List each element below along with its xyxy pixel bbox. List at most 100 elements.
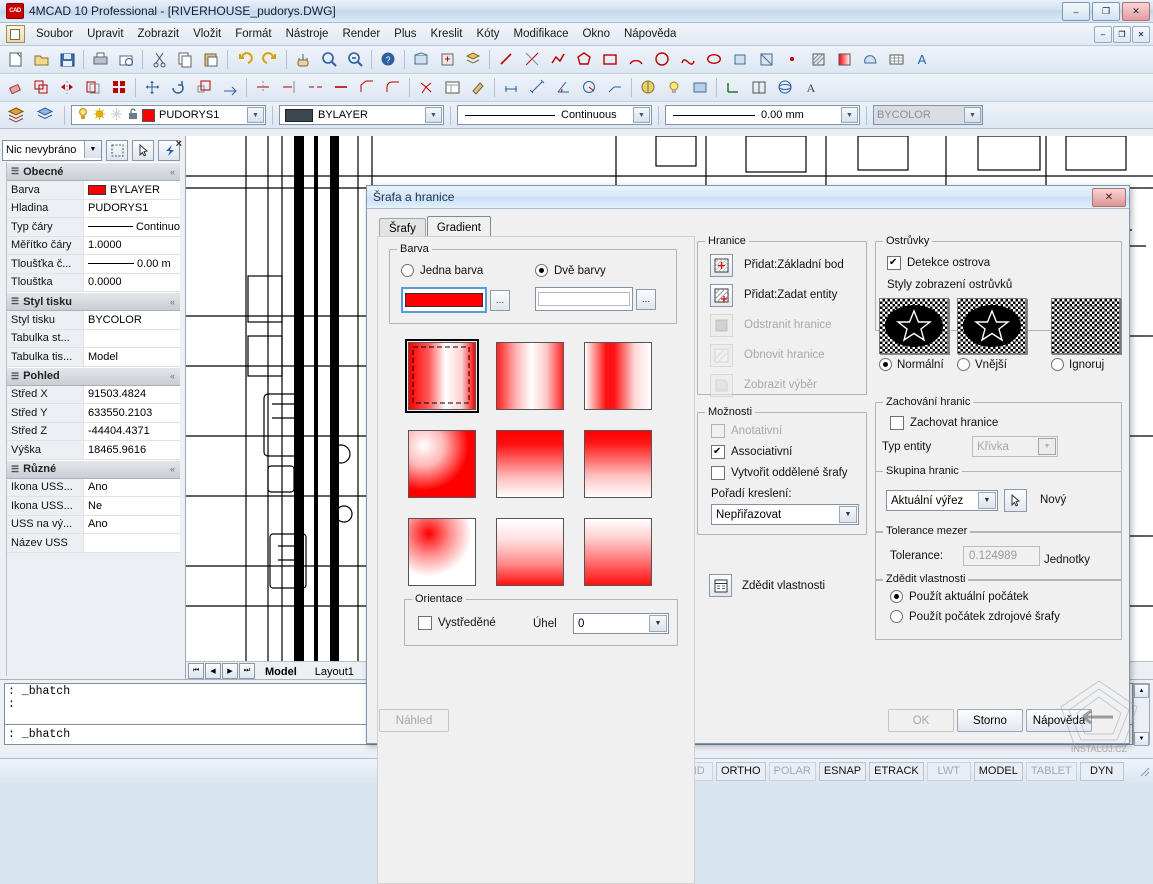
property-row[interactable]: BarvaBYLAYER — [7, 181, 180, 200]
keep-boundaries-row[interactable]: Zachovat hranice — [890, 416, 998, 430]
boundary-set-new-label[interactable]: Nový — [1040, 494, 1066, 506]
arc-icon[interactable] — [624, 48, 648, 72]
point-icon[interactable] — [780, 48, 804, 72]
keep-boundaries-checkbox[interactable] — [890, 416, 904, 430]
gradient-swatch-radial-corner-topleft[interactable] — [408, 430, 476, 498]
break-icon[interactable] — [303, 76, 327, 100]
property-value[interactable]: 18465.9616 — [84, 441, 180, 459]
property-row[interactable]: Ikona USS...Ano — [7, 479, 180, 498]
one-color-radio-row[interactable]: Jedna barva — [401, 264, 483, 277]
menu-item-okno[interactable]: Okno — [575, 25, 617, 43]
status-toggle-esnap[interactable]: ESNAP — [819, 762, 866, 781]
status-toggle-dyn[interactable]: DYN — [1080, 762, 1124, 781]
menu-item-napoveda[interactable]: Nápověda — [617, 25, 683, 43]
command-scrollbar[interactable]: ▲ ▼ — [1133, 683, 1150, 745]
angle-combo[interactable]: 0 ▼ — [573, 613, 669, 634]
zoom-window-icon[interactable] — [317, 48, 341, 72]
line-icon[interactable] — [494, 48, 518, 72]
layers-icon[interactable] — [461, 48, 485, 72]
property-value[interactable]: BYLAYER — [84, 181, 180, 199]
add-pick-point-icon[interactable] — [710, 254, 733, 277]
menu-item-modifikace[interactable]: Modifikace — [507, 25, 576, 43]
open-icon[interactable] — [29, 48, 53, 72]
spline-icon[interactable] — [676, 48, 700, 72]
menu-item-kreslit[interactable]: Kreslit — [424, 25, 470, 43]
layer-manager-icon[interactable] — [4, 103, 28, 127]
property-row[interactable]: Měřítko čáry1.0000 — [7, 237, 180, 256]
copy-object-icon[interactable] — [29, 76, 53, 100]
move-icon[interactable] — [140, 76, 164, 100]
menu-item-plus[interactable]: Plus — [387, 25, 423, 43]
help-button[interactable]: Nápověda — [1026, 709, 1092, 732]
property-row[interactable]: Střed X91503.4824 — [7, 386, 180, 405]
island-detection-row[interactable]: Detekce ostrova — [887, 256, 990, 270]
polygon-icon[interactable] — [572, 48, 596, 72]
polyline-icon[interactable] — [546, 48, 570, 72]
viewport-icon[interactable] — [747, 76, 771, 100]
scale-icon[interactable] — [192, 76, 216, 100]
property-group-header[interactable]: ☰Pohled« — [7, 367, 180, 386]
table-icon[interactable] — [884, 48, 908, 72]
property-value[interactable] — [84, 534, 180, 552]
cut-icon[interactable] — [147, 48, 171, 72]
chevron-down-icon[interactable]: ▼ — [633, 107, 650, 123]
property-row[interactable]: Název USS — [7, 534, 180, 553]
island-style-radio-row-0[interactable]: Normální — [879, 358, 953, 371]
gradient-swatch-linear-vertical-invert[interactable] — [496, 518, 564, 586]
next-tab-button[interactable]: ▶ — [222, 663, 238, 679]
first-tab-button[interactable]: ⏮ — [188, 663, 204, 679]
insert-block-icon[interactable] — [435, 48, 459, 72]
layer-previous-icon[interactable] — [33, 103, 57, 127]
status-toggle-ortho[interactable]: ORTHO — [716, 762, 766, 781]
properties-icon[interactable] — [440, 76, 464, 100]
chevron-down-icon[interactable]: ▼ — [649, 615, 667, 632]
rectangle-icon[interactable] — [598, 48, 622, 72]
property-row[interactable]: Ikona USS...Ne — [7, 497, 180, 516]
new-icon[interactable] — [3, 48, 27, 72]
gradient-swatch-linear-vertical-down[interactable] — [496, 430, 564, 498]
menu-item-vlozit[interactable]: Vložit — [186, 25, 228, 43]
offset-icon[interactable] — [81, 76, 105, 100]
island-style-radio[interactable] — [1051, 358, 1064, 371]
chevron-down-icon[interactable]: ▼ — [978, 492, 996, 509]
paste-icon[interactable] — [199, 48, 223, 72]
help-icon[interactable]: ? — [376, 48, 400, 72]
property-value[interactable]: -44404.4371 — [84, 423, 180, 441]
property-group-header[interactable]: ☰Různé« — [7, 460, 180, 479]
add-select-objects-icon[interactable] — [710, 284, 733, 307]
property-row[interactable]: Střed Z-44404.4371 — [7, 423, 180, 442]
lineweight-combo[interactable]: 0.00 mm ▼ — [665, 105, 860, 125]
island-style-preview-0[interactable] — [879, 298, 949, 354]
leader-icon[interactable] — [603, 76, 627, 100]
make-block-icon[interactable] — [754, 48, 778, 72]
inherit-properties-icon[interactable] — [709, 574, 732, 597]
chevron-down-icon[interactable]: ▼ — [247, 107, 264, 123]
zoom-previous-icon[interactable] — [343, 48, 367, 72]
materials-icon[interactable] — [688, 76, 712, 100]
redo-icon[interactable] — [258, 48, 282, 72]
doc-restore-button[interactable]: ❐ — [1113, 26, 1131, 43]
menu-item-render[interactable]: Render — [335, 25, 387, 43]
island-style-radio[interactable] — [879, 358, 892, 371]
property-row[interactable]: Tabulka st... — [7, 330, 180, 349]
layer-combo[interactable]: PUDORYS1 ▼ — [71, 105, 266, 125]
two-colors-radio[interactable] — [535, 264, 548, 277]
color-two-browse-button[interactable]: ... — [636, 289, 656, 310]
dim-angular-icon[interactable] — [551, 76, 575, 100]
menu-item-zobrazit[interactable]: Zobrazit — [131, 25, 187, 43]
centered-check-row[interactable]: Vystředěné — [418, 616, 496, 630]
gradient-icon[interactable] — [832, 48, 856, 72]
property-value[interactable]: Model — [84, 348, 180, 366]
layout-tab-model[interactable]: Model — [256, 665, 306, 678]
centered-checkbox[interactable] — [418, 616, 432, 630]
menu-item-format[interactable]: Formát — [228, 25, 278, 43]
use-source-origin-row[interactable]: Použít počátek zdrojové šrafy — [890, 610, 1060, 623]
3d-orbit-icon[interactable] — [773, 76, 797, 100]
linetype-combo[interactable]: Continuous ▼ — [457, 105, 652, 125]
render-icon[interactable] — [636, 76, 660, 100]
construction-line-icon[interactable] — [520, 48, 544, 72]
region-icon[interactable] — [858, 48, 882, 72]
minimize-button[interactable]: – — [1062, 2, 1090, 21]
prev-tab-button[interactable]: ◀ — [205, 663, 221, 679]
chevron-down-icon[interactable]: ▼ — [425, 107, 442, 123]
